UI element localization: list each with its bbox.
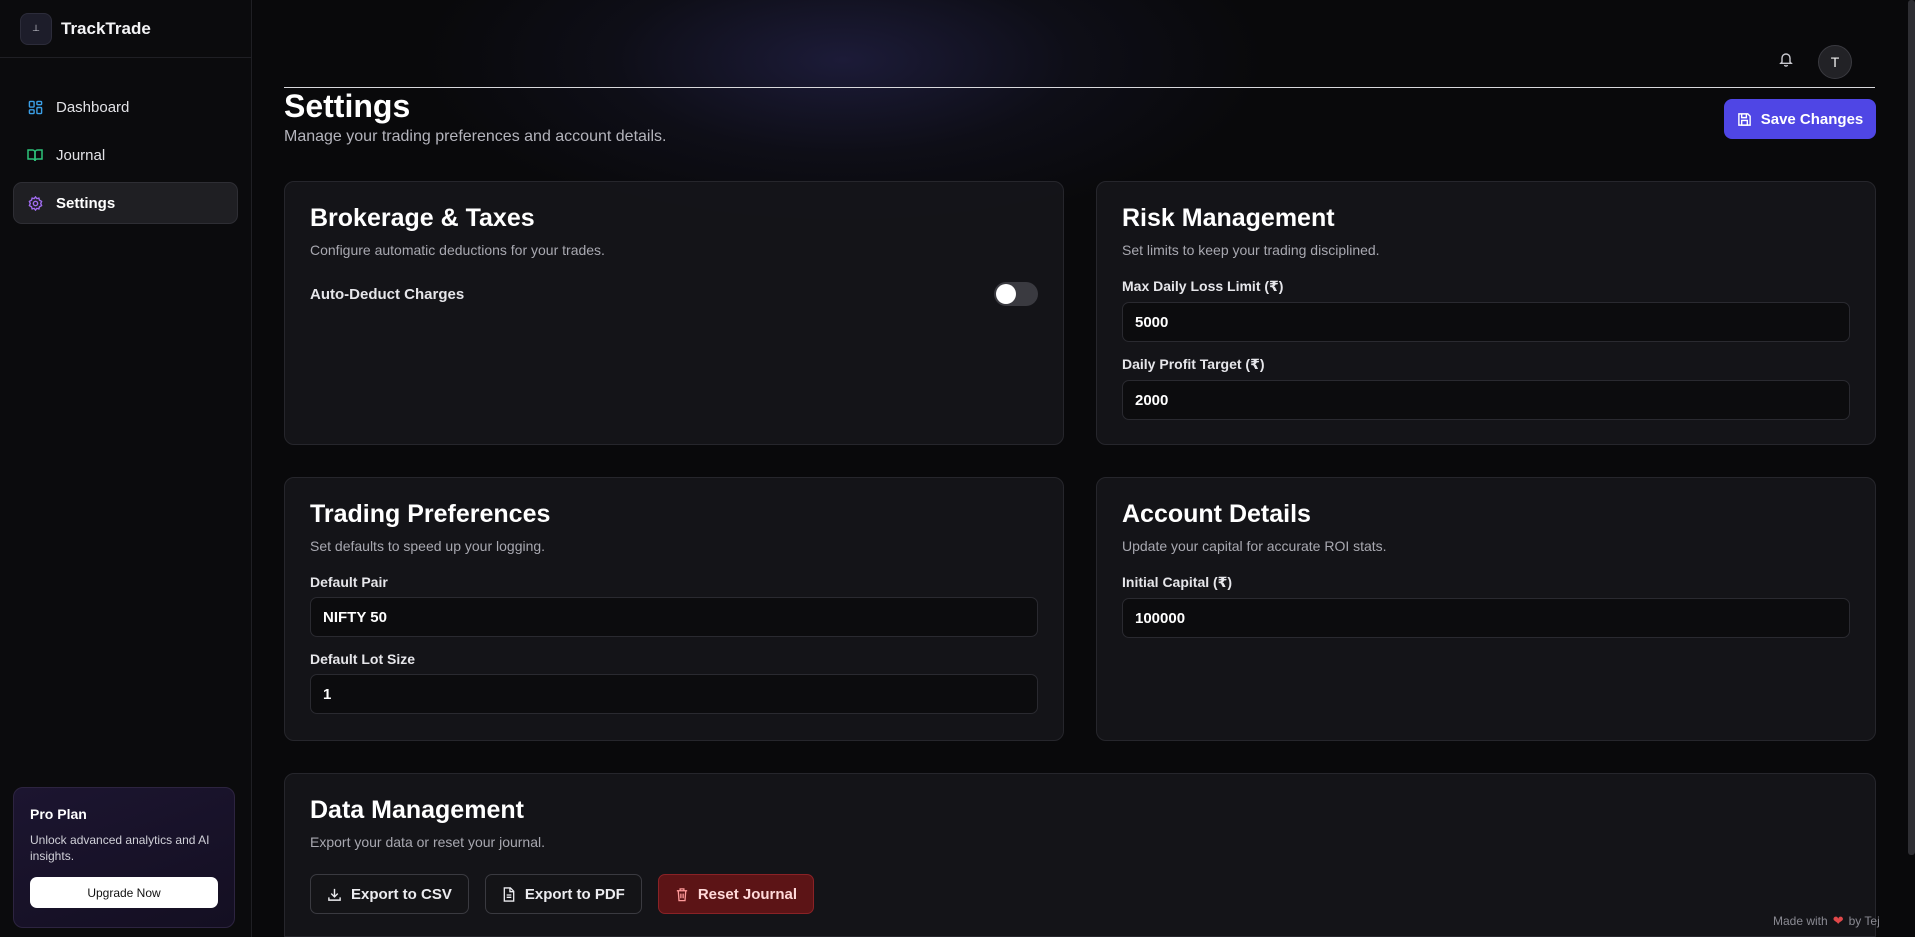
- initial-capital-label: Initial Capital (₹): [1122, 574, 1233, 590]
- card-title: Risk Management: [1122, 204, 1335, 232]
- footer-credit: Made with ❤ by Tej: [1773, 913, 1880, 929]
- trash-icon: [676, 887, 687, 901]
- export-csv-button[interactable]: Export to CSV: [310, 874, 469, 914]
- pro-plan-card: Pro Plan Unlock advanced analytics and A…: [13, 787, 235, 928]
- layout-grid-icon: [27, 99, 43, 115]
- reset-journal-label: Reset Journal: [697, 885, 798, 903]
- scrollbar[interactable]: [1908, 0, 1915, 855]
- gear-icon: [27, 195, 43, 211]
- brokerage-card: Brokerage & Taxes Configure automatic de…: [284, 181, 1064, 445]
- toggle-knob: [996, 284, 1016, 304]
- footer-suffix: by Tej: [1848, 914, 1880, 928]
- card-title: Trading Preferences: [310, 500, 551, 528]
- sidebar-item-settings[interactable]: Settings: [13, 182, 238, 224]
- reset-journal-button[interactable]: Reset Journal: [657, 874, 815, 914]
- auto-deduct-toggle[interactable]: [994, 282, 1038, 306]
- heart-icon: ❤: [1832, 913, 1844, 928]
- default-pair-label: Default Pair: [310, 574, 388, 590]
- sidebar-item-journal[interactable]: Journal: [13, 134, 238, 176]
- sidebar-item-label: Settings: [56, 194, 116, 212]
- main-content: T Settings Manage your trading preferenc…: [253, 0, 1915, 937]
- header-divider: [284, 87, 1875, 88]
- save-button[interactable]: Save Changes: [1724, 99, 1876, 139]
- book-open-icon: [27, 147, 43, 163]
- pro-plan-desc: Unlock advanced analytics and AI insight…: [30, 833, 210, 863]
- card-subtitle: Set defaults to speed up your logging.: [310, 538, 546, 554]
- data-actions: Export to CSV Export to PDF Reset Journa…: [310, 874, 1850, 914]
- account-card: Account Details Update your capital for …: [1096, 477, 1876, 741]
- pro-plan-title: Pro Plan: [30, 806, 87, 822]
- save-icon: [1737, 112, 1751, 126]
- lot-size-label: Default Lot Size: [310, 651, 416, 667]
- card-subtitle: Export your data or reset your journal.: [310, 834, 546, 850]
- card-title: Brokerage & Taxes: [310, 204, 535, 232]
- max-loss-input[interactable]: [1122, 302, 1850, 342]
- sidebar-item-dashboard[interactable]: Dashboard: [13, 86, 238, 128]
- sidebar-item-label: Journal: [56, 146, 106, 164]
- card-subtitle: Update your capital for accurate ROI sta…: [1122, 538, 1387, 554]
- trading-card: Trading Preferences Set defaults to spee…: [284, 477, 1064, 741]
- upgrade-button[interactable]: Upgrade Now: [30, 877, 218, 908]
- lot-size-input[interactable]: [310, 674, 1038, 714]
- export-pdf-label: Export to PDF: [524, 885, 625, 903]
- page-title: Settings: [284, 88, 411, 124]
- auto-deduct-label: Auto-Deduct Charges: [310, 285, 465, 303]
- app-name: TrackTrade: [61, 18, 151, 38]
- sidebar-nav: Dashboard Journal Settings: [0, 58, 251, 224]
- max-loss-label: Max Daily Loss Limit (₹): [1122, 278, 1284, 294]
- initial-capital-input[interactable]: [1122, 598, 1850, 638]
- data-management-card: Data Management Export your data or rese…: [284, 773, 1876, 937]
- sidebar: ⊥ TrackTrade Dashboard Journal Settings …: [0, 0, 252, 937]
- card-title: Account Details: [1122, 500, 1311, 528]
- download-icon: [328, 888, 341, 901]
- bell-icon[interactable]: [1778, 51, 1794, 67]
- card-subtitle: Configure automatic deductions for your …: [310, 242, 605, 258]
- app-logo-icon: ⊥: [20, 12, 52, 45]
- brand[interactable]: ⊥ TrackTrade: [0, 0, 251, 58]
- risk-card: Risk Management Set limits to keep your …: [1096, 181, 1876, 445]
- sidebar-item-label: Dashboard: [56, 98, 130, 116]
- auto-deduct-row: Auto-Deduct Charges: [310, 282, 1038, 306]
- page-subtitle: Manage your trading preferences and acco…: [284, 128, 667, 145]
- default-pair-input[interactable]: [310, 597, 1038, 637]
- avatar[interactable]: T: [1818, 45, 1852, 79]
- profit-target-input[interactable]: [1122, 380, 1850, 420]
- card-title: Data Management: [310, 796, 524, 824]
- card-subtitle: Set limits to keep your trading discipli…: [1122, 242, 1380, 258]
- file-text-icon: [503, 886, 515, 902]
- profit-target-label: Daily Profit Target (₹): [1122, 356, 1265, 372]
- save-button-label: Save Changes: [1760, 110, 1864, 128]
- export-pdf-button[interactable]: Export to PDF: [484, 874, 642, 914]
- export-csv-label: Export to CSV: [351, 885, 452, 903]
- footer-prefix: Made with: [1773, 914, 1828, 928]
